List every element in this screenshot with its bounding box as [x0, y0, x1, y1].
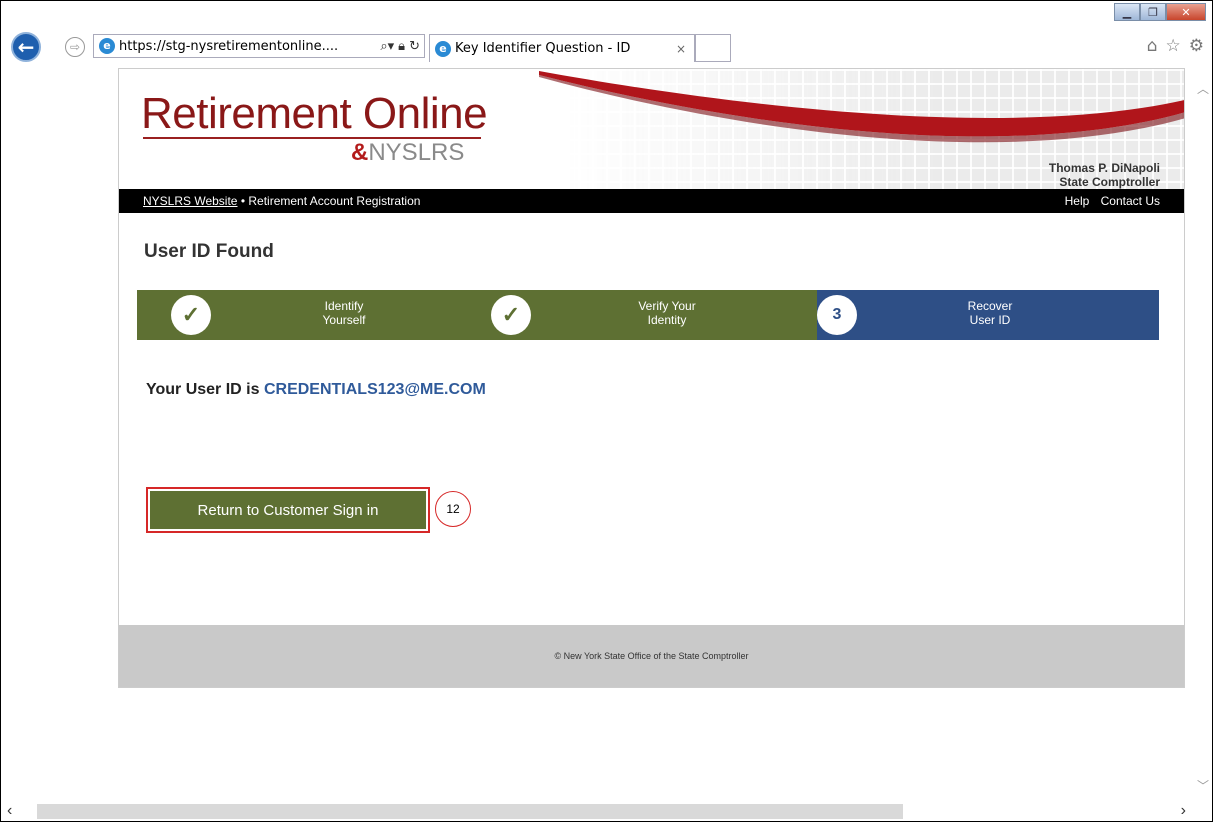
user-id-value: CREDENTIALS123@ME.COM — [263, 381, 486, 398]
callout-number: 12 — [435, 491, 471, 527]
forward-arrow-icon[interactable]: ⇨ — [65, 37, 85, 57]
nav-breadcrumb: NYSLRS Website • Retirement Account Regi… — [143, 194, 421, 208]
nav-section: Retirement Account Registration — [248, 194, 421, 208]
browser-tab[interactable]: e Key Identifier Question - ID × — [429, 34, 695, 62]
back-arrow-icon[interactable]: ← — [11, 32, 41, 62]
maximize-icon[interactable]: ❐ — [1140, 3, 1166, 21]
window-controls: ▁ ❐ ✕ — [1114, 3, 1206, 21]
nyslrs-mark-icon: & — [351, 139, 369, 166]
copyright-text: © New York State Office of the State Com… — [554, 651, 749, 661]
vertical-scrollbar[interactable]: ︿ ﹀ — [1193, 64, 1212, 804]
return-to-sign-in-button[interactable]: Return to Customer Sign in — [146, 487, 430, 533]
ie-tab-icon: e — [435, 40, 451, 57]
address-url[interactable]: https://stg-nysretirementonline.... — [119, 39, 380, 54]
settings-gear-icon[interactable]: ⚙ — [1189, 36, 1204, 56]
check-icon: ✓ — [171, 295, 211, 335]
scroll-down-icon[interactable]: ﹀ — [1197, 777, 1209, 794]
scroll-up-icon[interactable]: ︿ — [1197, 80, 1209, 97]
scroll-right-icon[interactable]: › — [1181, 802, 1186, 820]
tab-close-icon[interactable]: × — [676, 42, 694, 56]
address-bar[interactable]: e https://stg-nysretirementonline.... ⌕▾… — [93, 34, 425, 58]
brand-logo-title: Retirement Online — [141, 89, 488, 138]
close-window-icon[interactable]: ✕ — [1166, 3, 1206, 21]
horizontal-scrollbar[interactable]: ‹ › — [1, 802, 1212, 821]
step-identify-yourself: ✓ Identify Yourself — [137, 290, 477, 340]
top-nav: NYSLRS Website • Retirement Account Regi… — [119, 189, 1184, 213]
comptroller-title: State Comptroller — [1059, 175, 1160, 189]
ie-icon: e — [99, 38, 115, 54]
progress-steps: ✓ Identify Yourself ✓ Verify Your Identi… — [137, 290, 1159, 340]
brand-logo-subtitle: &NYSLRS — [351, 139, 465, 166]
scroll-left-icon[interactable]: ‹ — [7, 802, 12, 820]
check-icon: ✓ — [491, 295, 531, 335]
tab-title: Key Identifier Question - ID — [455, 41, 631, 56]
browser-tools: ⌂ ☆ ⚙ — [1147, 36, 1204, 56]
refresh-icon[interactable]: ↻ — [409, 39, 420, 54]
contact-us-link[interactable]: Contact Us — [1101, 194, 1160, 208]
step-number: 3 — [817, 295, 857, 335]
step-label: Recover User ID — [967, 299, 1013, 327]
favorites-star-icon[interactable]: ☆ — [1166, 36, 1181, 56]
step-recover-user-id: 3 Recover User ID — [817, 290, 1159, 340]
page-title: User ID Found — [144, 241, 274, 262]
web-page: Retirement Online &NYSLRS Thomas P. DiNa… — [118, 68, 1185, 688]
banner: Retirement Online &NYSLRS Thomas P. DiNa… — [119, 69, 1184, 189]
user-id-result: Your User ID is CREDENTIALS123@ME.COM — [146, 381, 486, 398]
return-button-label[interactable]: Return to Customer Sign in — [150, 491, 426, 529]
new-tab-button[interactable] — [695, 34, 731, 62]
page-footer: © New York State Office of the State Com… — [119, 625, 1184, 687]
browser-chrome: ▁ ❐ ✕ ← ⇨ e https://stg-nysretirementonl… — [1, 1, 1212, 64]
scroll-thumb[interactable] — [37, 804, 903, 819]
lock-icon[interactable]: 🔒︎ — [398, 39, 405, 54]
home-icon[interactable]: ⌂ — [1147, 36, 1158, 56]
minimize-icon[interactable]: ▁ — [1114, 3, 1140, 21]
step-label: Identify Yourself — [322, 299, 366, 327]
step-verify-identity: ✓ Verify Your Identity — [477, 290, 817, 340]
comptroller-signature: Thomas P. DiNapoli State Comptroller — [1049, 161, 1160, 189]
search-icon[interactable]: ⌕▾ — [380, 39, 394, 54]
nav-links: Help Contact Us — [1057, 194, 1160, 208]
help-link[interactable]: Help — [1065, 194, 1090, 208]
step-label: Verify Your Identity — [638, 299, 696, 327]
nyslrs-website-link[interactable]: NYSLRS Website — [143, 194, 237, 208]
comptroller-name: Thomas P. DiNapoli — [1048, 161, 1160, 175]
